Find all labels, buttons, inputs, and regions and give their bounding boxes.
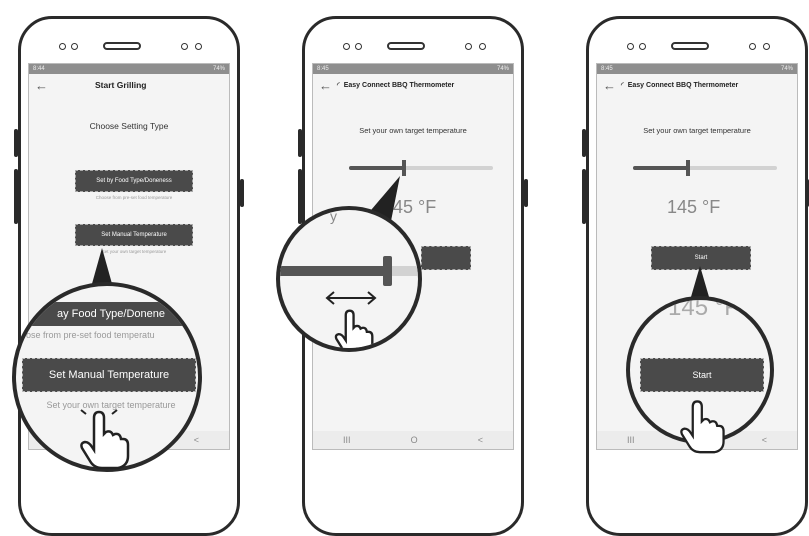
sensor-dot bbox=[639, 43, 646, 50]
phone-side-button bbox=[298, 169, 302, 224]
app-bar: ← ◜ Easy Connect BBQ Thermometer bbox=[597, 74, 797, 96]
tap-hand-icon bbox=[680, 400, 725, 454]
sensor-dot bbox=[465, 43, 472, 50]
status-bar: 8:45 74% bbox=[313, 64, 513, 74]
sensor-dot bbox=[59, 43, 66, 50]
back-arrow-icon[interactable]: ← bbox=[603, 78, 621, 93]
back-arrow-icon[interactable]: ← bbox=[35, 78, 53, 93]
temperature-slider-thumb[interactable] bbox=[686, 160, 690, 176]
nav-back-button[interactable]: < bbox=[478, 435, 483, 445]
food-type-caption: Choose from pre-set food temperature bbox=[95, 195, 173, 200]
target-temperature-heading: Set your own target temperature bbox=[359, 126, 467, 135]
phone-top-bezel bbox=[589, 19, 805, 63]
phone-top-bezel bbox=[21, 19, 237, 63]
sensor-dot bbox=[195, 43, 202, 50]
system-nav-bar: III O < bbox=[313, 431, 513, 449]
sensor-dot bbox=[627, 43, 634, 50]
status-bar: 8:44 74% bbox=[29, 64, 229, 74]
speaker-grille bbox=[671, 42, 709, 50]
temperature-slider-fill bbox=[349, 166, 404, 170]
food-type-button[interactable]: Set by Food Type/Doneness bbox=[75, 170, 193, 192]
page-title: Easy Connect BBQ Thermometer bbox=[343, 81, 455, 89]
status-battery: 74% bbox=[496, 66, 509, 72]
sensor-dot bbox=[479, 43, 486, 50]
sensor-dot bbox=[343, 43, 350, 50]
start-button[interactable] bbox=[421, 246, 471, 270]
phone-side-button bbox=[14, 169, 18, 224]
tap-hand-icon bbox=[80, 409, 130, 470]
setting-type-heading: Choose Setting Type bbox=[89, 121, 169, 131]
target-temperature-heading: Set your own target temperature bbox=[643, 126, 751, 135]
zoom-temperature-readout: 145 °F bbox=[668, 296, 739, 321]
home-button[interactable]: O bbox=[411, 435, 418, 445]
recent-apps-button[interactable]: III bbox=[627, 435, 635, 445]
temperature-slider-thumb[interactable] bbox=[402, 160, 406, 176]
status-time: 8:45 bbox=[317, 66, 329, 72]
recent-apps-button[interactable]: III bbox=[343, 435, 351, 445]
phone-side-button bbox=[14, 129, 18, 157]
sensor-dot bbox=[181, 43, 188, 50]
phone-side-button bbox=[582, 129, 586, 157]
phone-side-button bbox=[240, 179, 244, 207]
sensor-dot bbox=[355, 43, 362, 50]
back-arrow-icon[interactable]: ← bbox=[319, 78, 337, 93]
zoom-magnifier: y bbox=[276, 206, 422, 352]
zoom-slider-thumb bbox=[383, 256, 392, 286]
zoom-heading-fragment: y bbox=[330, 208, 337, 224]
speaker-grille bbox=[387, 42, 425, 50]
zoom-slider-fill bbox=[280, 266, 387, 276]
sensor-dot bbox=[763, 43, 770, 50]
speaker-grille bbox=[103, 42, 141, 50]
temperature-slider-fill bbox=[633, 166, 688, 170]
nav-back-button[interactable]: < bbox=[194, 435, 199, 445]
status-bar: 8:45 74% bbox=[597, 64, 797, 74]
page-title: Start Grilling bbox=[95, 80, 147, 90]
sensor-dot bbox=[749, 43, 756, 50]
zoom-food-type-button: ay Food Type/Donene bbox=[16, 302, 198, 326]
temperature-readout: 145 °F bbox=[667, 197, 721, 217]
status-time: 8:45 bbox=[601, 66, 613, 72]
zoom-manual-temperature-button[interactable]: Set Manual Temperature bbox=[22, 358, 196, 392]
phone-side-button bbox=[298, 129, 302, 157]
wifi-icon: ◜ bbox=[621, 82, 624, 89]
drag-hand-icon bbox=[334, 309, 374, 348]
wifi-icon: ◜ bbox=[337, 82, 340, 89]
phone-side-button bbox=[582, 169, 586, 224]
status-battery: 74% bbox=[212, 66, 225, 72]
sensor-dot bbox=[71, 43, 78, 50]
app-bar: ← Start Grilling bbox=[29, 74, 229, 96]
zoom-start-button[interactable]: Start bbox=[640, 358, 764, 392]
page-title: Easy Connect BBQ Thermometer bbox=[627, 81, 739, 89]
phone-side-button bbox=[524, 179, 528, 207]
status-time: 8:44 bbox=[33, 66, 45, 72]
zoom-food-type-caption: hoose from pre-set food temperatu bbox=[16, 330, 155, 340]
double-arrow-icon bbox=[325, 291, 377, 305]
nav-back-button[interactable]: < bbox=[762, 435, 767, 445]
phone-top-bezel bbox=[305, 19, 521, 63]
app-bar: ← ◜ Easy Connect BBQ Thermometer bbox=[313, 74, 513, 96]
status-battery: 74% bbox=[780, 66, 793, 72]
manual-temperature-button[interactable]: Set Manual Temperature bbox=[75, 224, 193, 246]
